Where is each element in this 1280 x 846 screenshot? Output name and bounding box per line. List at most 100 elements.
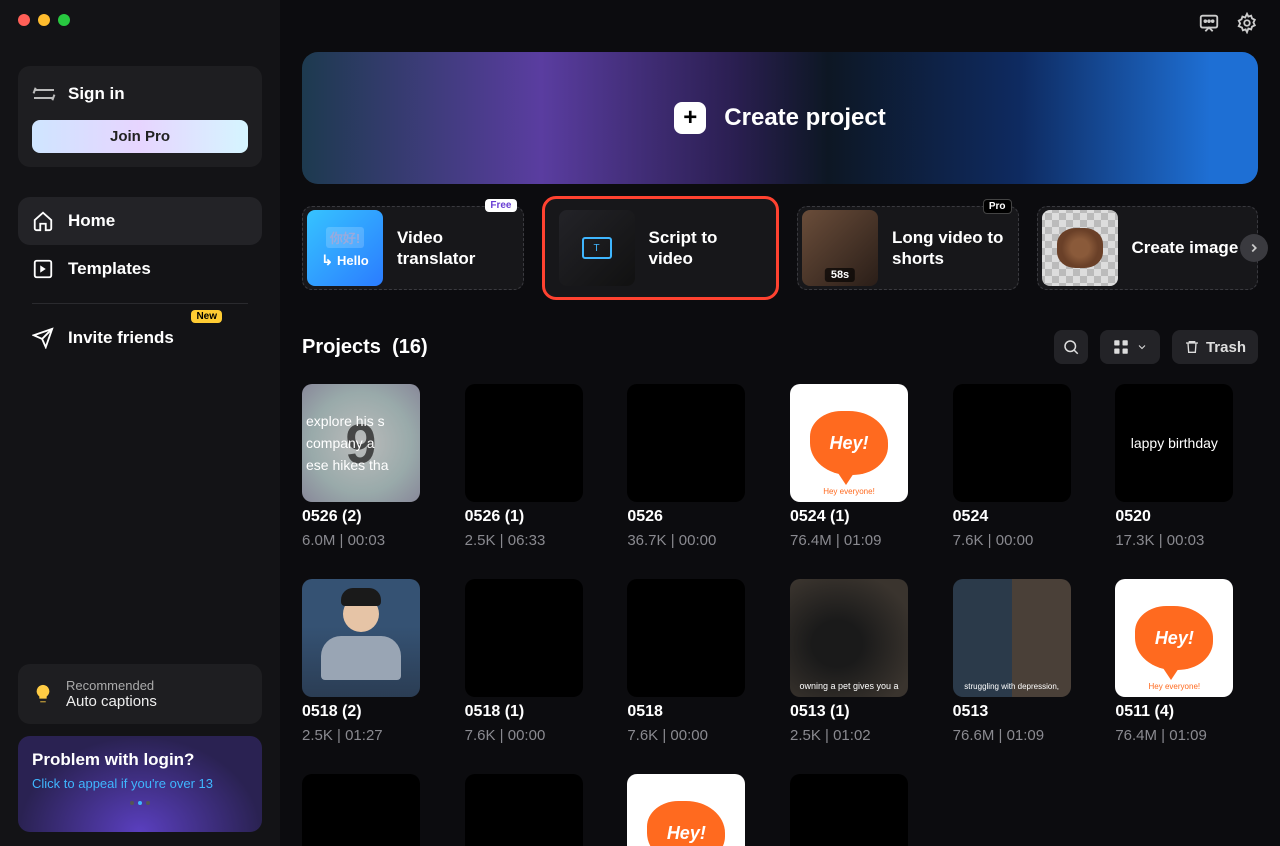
recommended-card[interactable]: Recommended Auto captions: [18, 664, 262, 724]
window-controls: [18, 14, 262, 26]
project-meta: 76.4M | 01:09: [790, 532, 933, 549]
minimize-window-button[interactable]: [38, 14, 50, 26]
project-meta: 7.6K | 00:00: [465, 727, 608, 744]
login-promo-card[interactable]: Problem with login? Click to appeal if y…: [18, 736, 262, 832]
close-window-button[interactable]: [18, 14, 30, 26]
view-toggle-button[interactable]: [1100, 330, 1160, 364]
project-thumb: [465, 774, 583, 846]
project-name: 0526 (2): [302, 508, 445, 526]
project-thumb: [627, 579, 745, 697]
project-name: 0513 (1): [790, 703, 933, 721]
tool-title: Video translator: [397, 227, 511, 270]
sidebar-item-home[interactable]: Home: [18, 197, 262, 245]
trash-label: Trash: [1206, 339, 1246, 356]
project-card[interactable]: [790, 774, 933, 846]
header-actions: [1198, 12, 1258, 34]
project-card[interactable]: 0518 (1)7.6K | 00:00: [465, 579, 608, 744]
project-card[interactable]: owning a pet gives you a 0513 (1) 2.5K | 0…: [790, 579, 933, 744]
create-project-label: Create project: [724, 104, 885, 132]
project-meta: 6.0M | 00:03: [302, 532, 445, 549]
tool-card-long-to-shorts[interactable]: Pro 58s Long video to shorts: [797, 206, 1019, 290]
project-card[interactable]: struggling with depression, 0513 76.6M | 0…: [953, 579, 1096, 744]
tool-card-create-image[interactable]: Create image: [1037, 206, 1259, 290]
project-card[interactable]: lappy birthday052017.3K | 00:03: [1115, 384, 1258, 549]
thumb-duration: 58s: [825, 268, 855, 282]
templates-icon: [32, 258, 54, 280]
chevron-down-icon: [1136, 341, 1148, 353]
login-promo-title: Problem with login?: [32, 750, 248, 770]
project-card[interactable]: Hey!Hey everyone!0524 (1)76.4M | 01:09: [790, 384, 933, 549]
home-icon: [32, 210, 54, 232]
tool-title: Script to video: [649, 227, 763, 270]
app-logo-icon: [34, 89, 54, 99]
project-thumb: [302, 774, 420, 846]
project-meta: 76.6M | 01:09: [953, 727, 1096, 744]
search-button[interactable]: [1054, 330, 1088, 364]
project-card[interactable]: 9explore his scompany aese hikes tha0526…: [302, 384, 445, 549]
project-thumb: owning a pet gives you a: [790, 579, 908, 697]
tool-thumb: 58s: [802, 210, 878, 286]
carousel-dot[interactable]: [130, 801, 134, 805]
project-thumb: Hey!Hey everyone!: [627, 774, 745, 846]
tool-title: Create image: [1132, 237, 1239, 258]
carousel-dot[interactable]: [146, 801, 150, 805]
recommended-texts: Recommended Auto captions: [66, 678, 157, 710]
settings-icon[interactable]: [1236, 12, 1258, 34]
grid-icon: [1112, 338, 1130, 356]
sidebar-item-invite[interactable]: New Invite friends: [18, 314, 262, 362]
project-name: 0511 (4): [1115, 703, 1258, 721]
join-pro-button[interactable]: Join Pro: [32, 120, 248, 153]
project-thumb: Hey!Hey everyone!: [1115, 579, 1233, 697]
project-name: 0513: [953, 703, 1096, 721]
project-meta: 2.5K | 01:02: [790, 727, 933, 744]
sidebar-item-label: Home: [68, 211, 115, 231]
tools-next-button[interactable]: [1240, 234, 1268, 262]
maximize-window-button[interactable]: [58, 14, 70, 26]
carousel-dots: [32, 801, 248, 805]
project-card[interactable]: 052636.7K | 00:00: [627, 384, 770, 549]
project-thumb: [465, 384, 583, 502]
project-card[interactable]: [465, 774, 608, 846]
trash-icon: [1184, 339, 1200, 355]
project-card[interactable]: [302, 774, 445, 846]
project-thumb: [790, 774, 908, 846]
project-name: 0518 (2): [302, 703, 445, 721]
project-name: 0526 (1): [465, 508, 608, 526]
project-card[interactable]: 05247.6K | 00:00: [953, 384, 1096, 549]
feedback-icon[interactable]: [1198, 12, 1220, 34]
search-icon: [1062, 338, 1080, 356]
carousel-dot[interactable]: [138, 801, 142, 805]
projects-header: Projects (16) Trash: [302, 330, 1258, 364]
thumb-text: 你好!: [326, 227, 364, 248]
project-card[interactable]: 05187.6K | 00:00: [627, 579, 770, 744]
recommended-value: Auto captions: [66, 693, 157, 710]
project-meta: 7.6K | 00:00: [627, 727, 770, 744]
sidebar-divider: [32, 303, 248, 304]
signin-label: Sign in: [68, 84, 125, 104]
project-meta: 76.4M | 01:09: [1115, 727, 1258, 744]
login-promo-subtitle: Click to appeal if you're over 13: [32, 776, 248, 793]
trash-button[interactable]: Trash: [1172, 330, 1258, 364]
plus-icon: +: [674, 102, 706, 134]
signin-button[interactable]: Sign in: [32, 80, 248, 108]
project-card[interactable]: Hey!Hey everyone!: [627, 774, 770, 846]
signin-panel: Sign in Join Pro: [18, 66, 262, 167]
project-card[interactable]: Hey!Hey everyone! 0511 (4) 76.4M | 01:09: [1115, 579, 1258, 744]
project-thumb: struggling with depression,: [953, 579, 1071, 697]
tool-card-script-to-video[interactable]: T Script to video: [542, 196, 780, 300]
project-name: 0520: [1115, 508, 1258, 526]
project-thumb: [302, 579, 420, 697]
sidebar: Sign in Join Pro Home Templates New Invi…: [0, 0, 280, 846]
tool-card-video-translator[interactable]: Free 你好! ↳Hello Video translator: [302, 206, 524, 290]
sidebar-item-label: Templates: [68, 259, 151, 279]
project-card[interactable]: 0526 (1)2.5K | 06:33: [465, 384, 608, 549]
project-card[interactable]: 0518 (2) 2.5K | 01:27: [302, 579, 445, 744]
free-badge: Free: [485, 199, 516, 212]
sidebar-item-templates[interactable]: Templates: [18, 245, 262, 293]
project-thumb: [953, 384, 1071, 502]
create-project-hero[interactable]: + Create project: [302, 52, 1258, 184]
project-meta: 36.7K | 00:00: [627, 532, 770, 549]
project-meta: 2.5K | 01:27: [302, 727, 445, 744]
projects-title: Projects (16): [302, 336, 428, 359]
main-content: + Create project Free 你好! ↳Hello Video t…: [280, 0, 1280, 846]
